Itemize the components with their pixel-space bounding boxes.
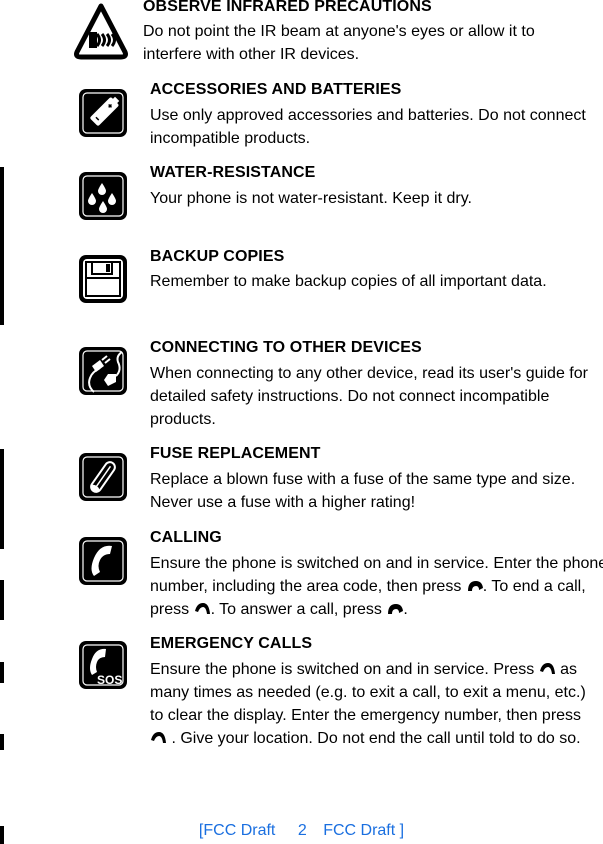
section-text: Your phone is not water-resistant. Keep …	[150, 190, 472, 207]
floppy-disk-icon	[79, 255, 127, 303]
page-number: 2	[297, 822, 307, 839]
fuse-icon	[79, 453, 127, 501]
water-drops-icon	[79, 172, 127, 220]
end-key-icon	[539, 663, 555, 674]
section-text: . Give your location. Do not end the cal…	[150, 727, 581, 750]
section-text: many times as needed (e.g. to exit a cal…	[150, 684, 586, 701]
sos-phone-icon: SOS	[79, 641, 127, 689]
section-text: Remember to make backup copies of all im…	[150, 273, 547, 290]
footer-draft-left: [FCC Draft	[198, 822, 276, 839]
infrared-warning-icon	[74, 3, 128, 60]
section-text: incompatible products.	[150, 130, 311, 147]
section-text: Ensure the phone is switched on and in s…	[150, 555, 603, 572]
change-bar	[0, 734, 4, 750]
section-title: BACKUP COPIES	[150, 248, 285, 265]
section-text: detailed safety instructions. Do not con…	[150, 388, 550, 405]
section-title: FUSE REPLACEMENT	[150, 445, 321, 462]
end-key-icon	[194, 603, 210, 614]
section-text: Never use a fuse with a higher rating!	[150, 494, 416, 511]
section-title: CONNECTING TO OTHER DEVICES	[150, 339, 422, 356]
change-bar	[0, 167, 4, 325]
page-footer: [FCC Draft 2 FCC Draft ]	[0, 822, 603, 840]
section-text: Ensure the phone is switched on and in s…	[150, 661, 577, 678]
section-text: Replace a blown fuse with a fuse of the …	[150, 471, 576, 488]
footer-draft-right: FCC Draft ]	[323, 822, 405, 839]
section-title: EMERGENCY CALLS	[150, 635, 313, 652]
section-text: to clear the display. Enter the emergenc…	[150, 707, 582, 724]
section-text: number, including the area code, then pr…	[150, 578, 586, 595]
section-text: press . To answer a call, press .	[150, 601, 408, 618]
phone-handset-icon	[79, 537, 127, 585]
plug-cable-icon	[79, 347, 127, 395]
change-bar	[0, 580, 4, 620]
section-text: Use only approved accessories and batter…	[150, 107, 586, 124]
change-bar	[0, 662, 4, 683]
section-title: CALLING	[150, 529, 222, 546]
call-key-icon	[388, 604, 404, 614]
section-text: Do not point the IR beam at anyone's eye…	[143, 23, 535, 40]
section-title: WATER-RESISTANCE	[150, 164, 316, 181]
section-text: interfere with other IR devices.	[143, 46, 360, 63]
svg-text:SOS: SOS	[97, 673, 122, 687]
section-title: ACCESSORIES AND BATTERIES	[150, 81, 402, 98]
section-text: products.	[150, 411, 216, 428]
section-text: When connecting to any other device, rea…	[150, 365, 588, 382]
section-title: OBSERVE INFRARED PRECAUTIONS	[143, 0, 432, 15]
change-bar	[0, 449, 4, 549]
end-key-icon	[151, 732, 166, 743]
battery-icon	[79, 89, 127, 137]
call-key-icon	[467, 581, 483, 591]
